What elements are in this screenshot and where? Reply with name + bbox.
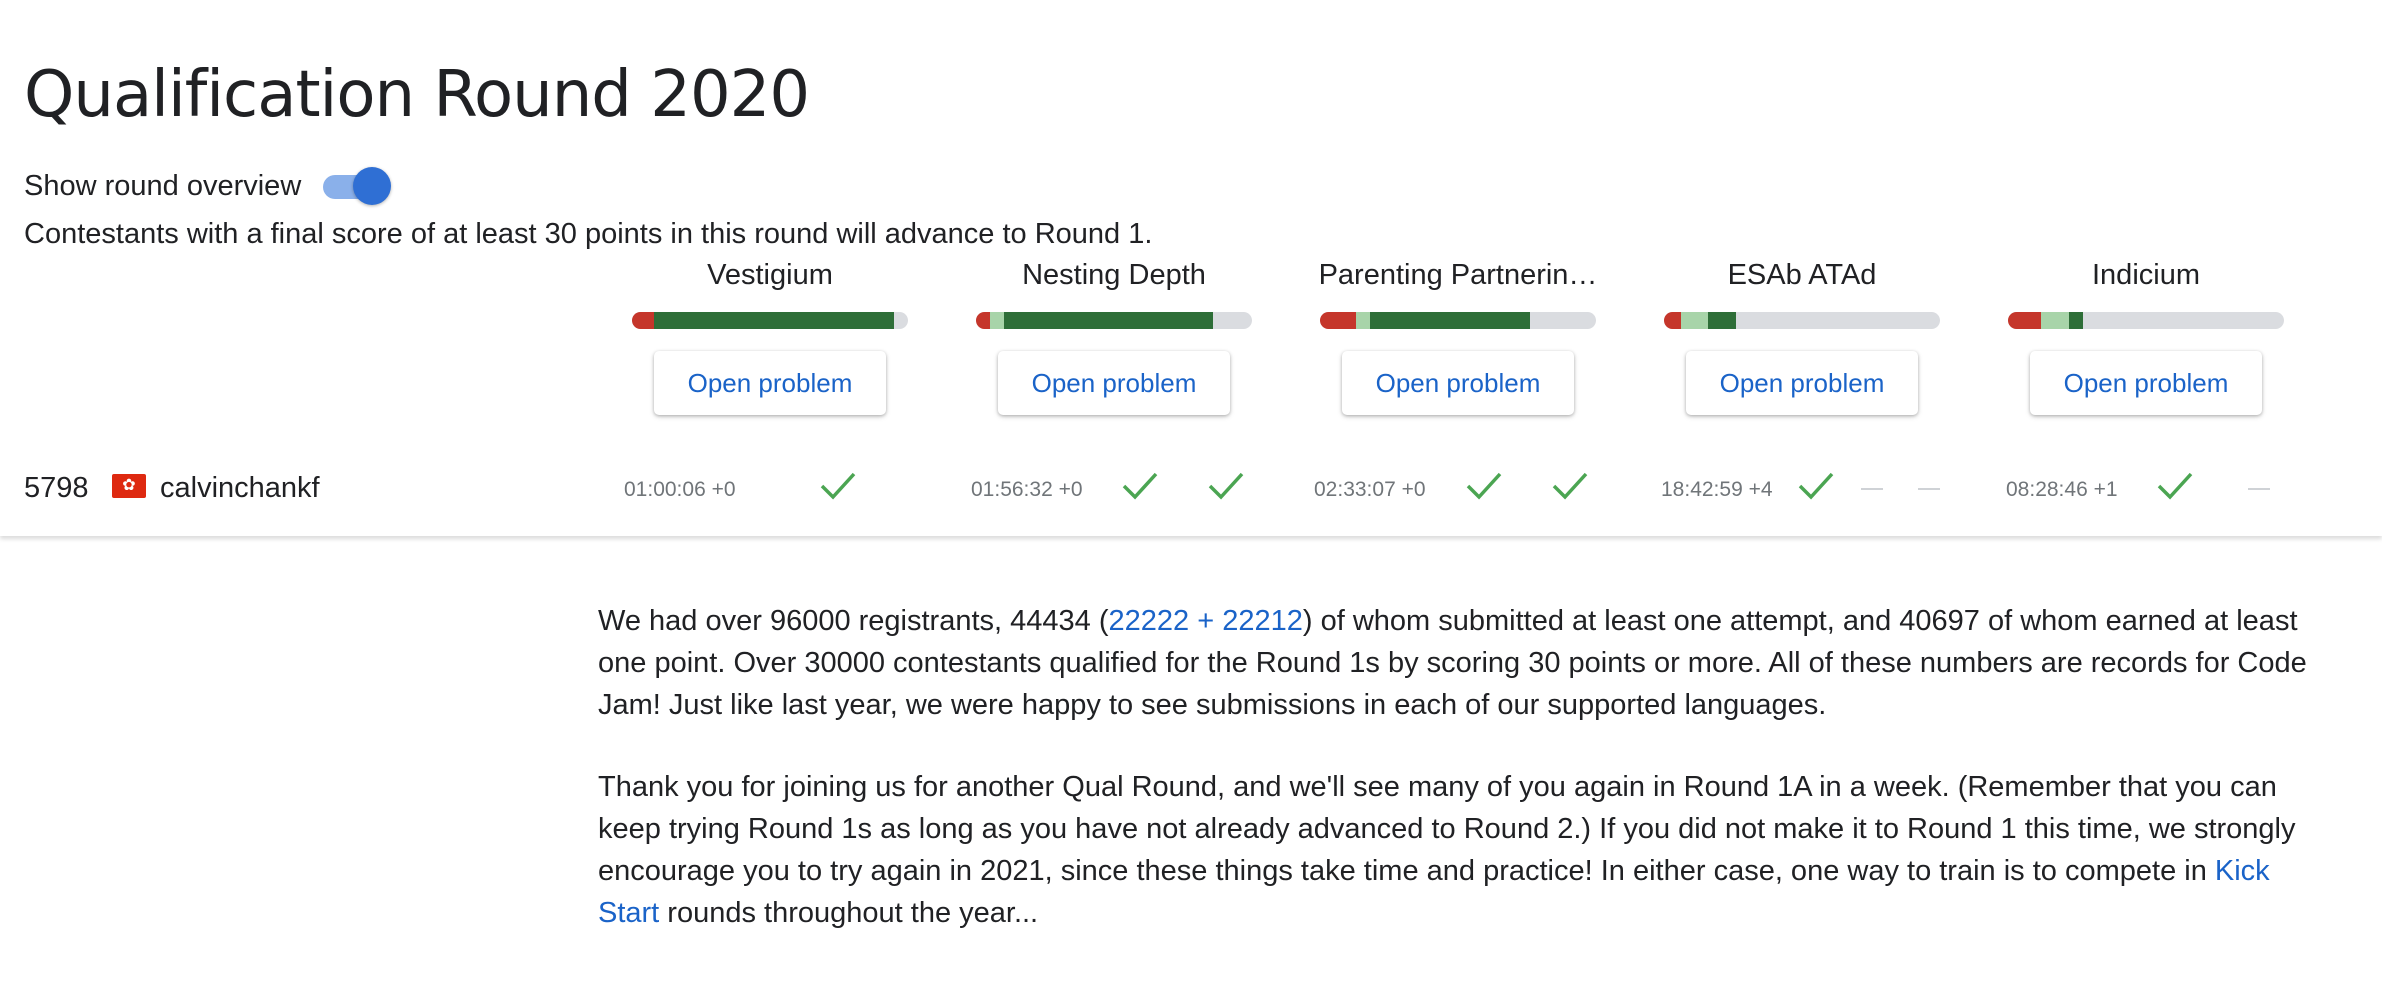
article-paragraph-stats: We had over 96000 registrants, 44434 (22…	[598, 605, 2307, 721]
problem-name: Parenting Partnerin…	[1318, 259, 1598, 291]
solve-rate-bar	[1664, 312, 1940, 329]
bar-wrong-segment	[2008, 312, 2042, 329]
overview-toggle-label: Show round overview	[24, 169, 302, 202]
article-body: We had over 96000 registrants, 44434 (22…	[598, 600, 2328, 974]
bar-correct-dark-segment	[654, 312, 895, 329]
open-problem-button[interactable]: Open problem	[654, 351, 886, 415]
username[interactable]: calvinchankf	[160, 472, 320, 505]
bar-correct-dark-segment	[1369, 312, 1530, 329]
problem-name: Nesting Depth	[1022, 259, 1206, 291]
open-problem-button[interactable]: Open problem	[998, 351, 1230, 415]
solve-rate-bar	[632, 312, 908, 329]
registrants-link[interactable]: 22222 + 22212	[1109, 605, 1303, 637]
bar-wrong-segment	[632, 312, 655, 329]
bar-correct-light-segment	[989, 312, 1004, 329]
open-problem-button[interactable]: Open problem	[1686, 351, 1918, 415]
page-title: Qualification Round 2020	[24, 58, 810, 132]
solve-time: 08:28:46 +1	[2006, 478, 2118, 501]
solve-time: 18:42:59 +4	[1661, 478, 1773, 501]
advance-note: Contestants with a final score of at lea…	[24, 218, 1153, 250]
problem-indicium: Indicium Open problem	[2001, 256, 2291, 415]
problem-nesting-depth: Nesting Depth Open problem	[969, 256, 1259, 415]
bar-wrong-segment	[1320, 312, 1356, 329]
rank: 5798	[24, 472, 89, 504]
problem-parenting-partnering: Parenting Partnerin… Open problem	[1313, 256, 1603, 415]
solve-time: 01:00:06 +0	[624, 478, 736, 501]
unsolved-dash	[1861, 488, 1883, 490]
bar-wrong-segment	[976, 312, 990, 329]
problem-name: Indicium	[2092, 259, 2200, 291]
unsolved-dash	[2248, 488, 2270, 490]
bar-correct-dark-segment	[2068, 312, 2083, 329]
bar-correct-light-segment	[1680, 312, 1709, 329]
check-icon	[1798, 472, 1834, 500]
check-icon	[1466, 472, 1502, 500]
open-problem-button[interactable]: Open problem	[1342, 351, 1574, 415]
solve-time: 02:33:07 +0	[1314, 478, 1426, 501]
open-problem-button[interactable]: Open problem	[2030, 351, 2262, 415]
problem-name: ESAb ATAd	[1727, 259, 1877, 291]
solve-time: 01:56:32 +0	[971, 478, 1083, 501]
solve-rate-bar	[976, 312, 1252, 329]
hong-kong-flag-icon: ✿	[112, 474, 146, 498]
overview-toggle-row: Show round overview	[24, 166, 392, 206]
bar-correct-dark-segment	[1708, 312, 1736, 329]
show-overview-toggle[interactable]	[321, 166, 392, 206]
scoreboard-row: 5798 ✿ calvinchankf 01:00:06 +0 01:56:32…	[0, 462, 2382, 514]
solve-rate-bar	[1320, 312, 1596, 329]
problem-name: Vestigium	[707, 259, 833, 291]
check-icon	[1208, 472, 1244, 500]
bar-correct-light-segment	[1355, 312, 1370, 329]
article-paragraph-thanks: Thank you for joining us for another Qua…	[598, 771, 2296, 929]
bar-correct-dark-segment	[1003, 312, 1214, 329]
round-overview-panel: Qualification Round 2020 Show round over…	[0, 0, 2382, 536]
problem-esab-atad: ESAb ATAd Open problem	[1657, 256, 1947, 415]
check-icon	[2157, 472, 2193, 500]
check-icon	[820, 472, 856, 500]
check-icon	[1122, 472, 1158, 500]
bar-wrong-segment	[1664, 312, 1681, 329]
solve-rate-bar	[2008, 312, 2284, 329]
toggle-knob	[353, 167, 392, 205]
bar-correct-light-segment	[2041, 312, 2069, 329]
unsolved-dash	[1918, 488, 1940, 490]
check-icon	[1552, 472, 1588, 500]
problem-vestigium: Vestigium Open problem	[625, 256, 915, 415]
